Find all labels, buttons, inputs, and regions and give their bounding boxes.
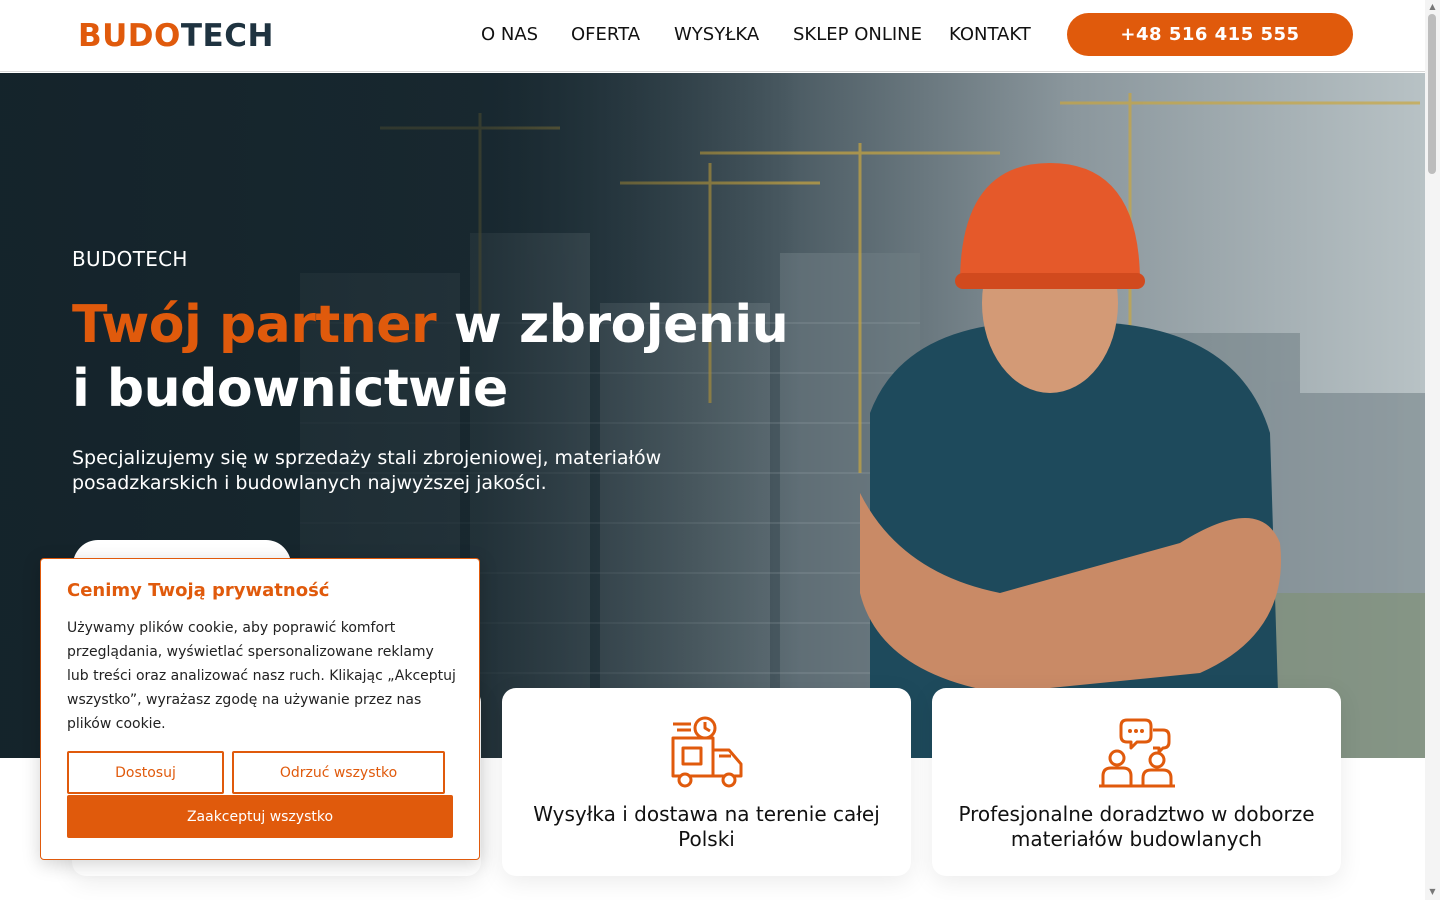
page-scrollbar[interactable]: ▲ ▼: [1425, 0, 1440, 900]
feature-card-consulting: Profesjonalne doradztwo w doborze materi…: [932, 688, 1341, 876]
scroll-up-arrow-icon[interactable]: ▲: [1428, 2, 1437, 11]
logo-part-1: BUDO: [78, 18, 181, 54]
feature-card-delivery: Wysyłka i dostawa na terenie całej Polsk…: [502, 688, 911, 876]
worker-figure: [860, 163, 1281, 758]
nav-item-oferta[interactable]: OFERTA: [571, 24, 640, 46]
headline-accent: Twój partner: [72, 295, 437, 355]
phone-button[interactable]: +48 516 415 555: [1067, 13, 1353, 56]
nav-item-kontakt[interactable]: KONTAKT: [949, 24, 1031, 46]
nav-item-wysylka[interactable]: WYSYŁKA: [674, 24, 759, 46]
feature-text: Wysyłka i dostawa na terenie całej Polsk…: [533, 802, 880, 851]
hero-description: Specjalizujemy się w sprzedaży stali zbr…: [72, 447, 662, 494]
logo[interactable]: BUDOTECH: [78, 16, 274, 56]
scroll-down-arrow-icon[interactable]: ▼: [1428, 887, 1437, 896]
scrollbar-thumb[interactable]: [1428, 14, 1436, 174]
headline-part-1: w zbrojeniu: [436, 295, 789, 355]
cookie-customize-button[interactable]: Dostosuj: [67, 751, 224, 794]
nav-item-o-nas[interactable]: O NAS: [481, 24, 538, 46]
cookie-reject-button[interactable]: Odrzuć wszystko: [232, 751, 445, 794]
cookie-accept-button[interactable]: Zaakceptuj wszystko: [67, 795, 453, 838]
hero-headline: Twój partner w zbrojeniu i budownictwie: [72, 293, 792, 421]
cookie-title: Cenimy Twoją prywatność: [67, 580, 330, 601]
nav-item-sklep-online[interactable]: SKLEP ONLINE: [793, 24, 922, 46]
consulting-people-icon: [1098, 718, 1175, 788]
feature-text: Profesjonalne doradztwo w doborze materi…: [958, 802, 1315, 851]
delivery-truck-icon: [671, 716, 742, 788]
site-header: BUDOTECH O NAS OFERTA WYSYŁKA SKLEP ONLI…: [0, 0, 1425, 72]
logo-part-2: TECH: [180, 18, 274, 54]
headline-part-2: i budownictwie: [72, 359, 508, 419]
hero-eyebrow: BUDOTECH: [72, 247, 188, 271]
cookie-body: Używamy plików cookie, aby poprawić komf…: [67, 620, 456, 732]
cookie-consent-banner: Cenimy Twoją prywatność Używamy plików c…: [40, 558, 480, 860]
